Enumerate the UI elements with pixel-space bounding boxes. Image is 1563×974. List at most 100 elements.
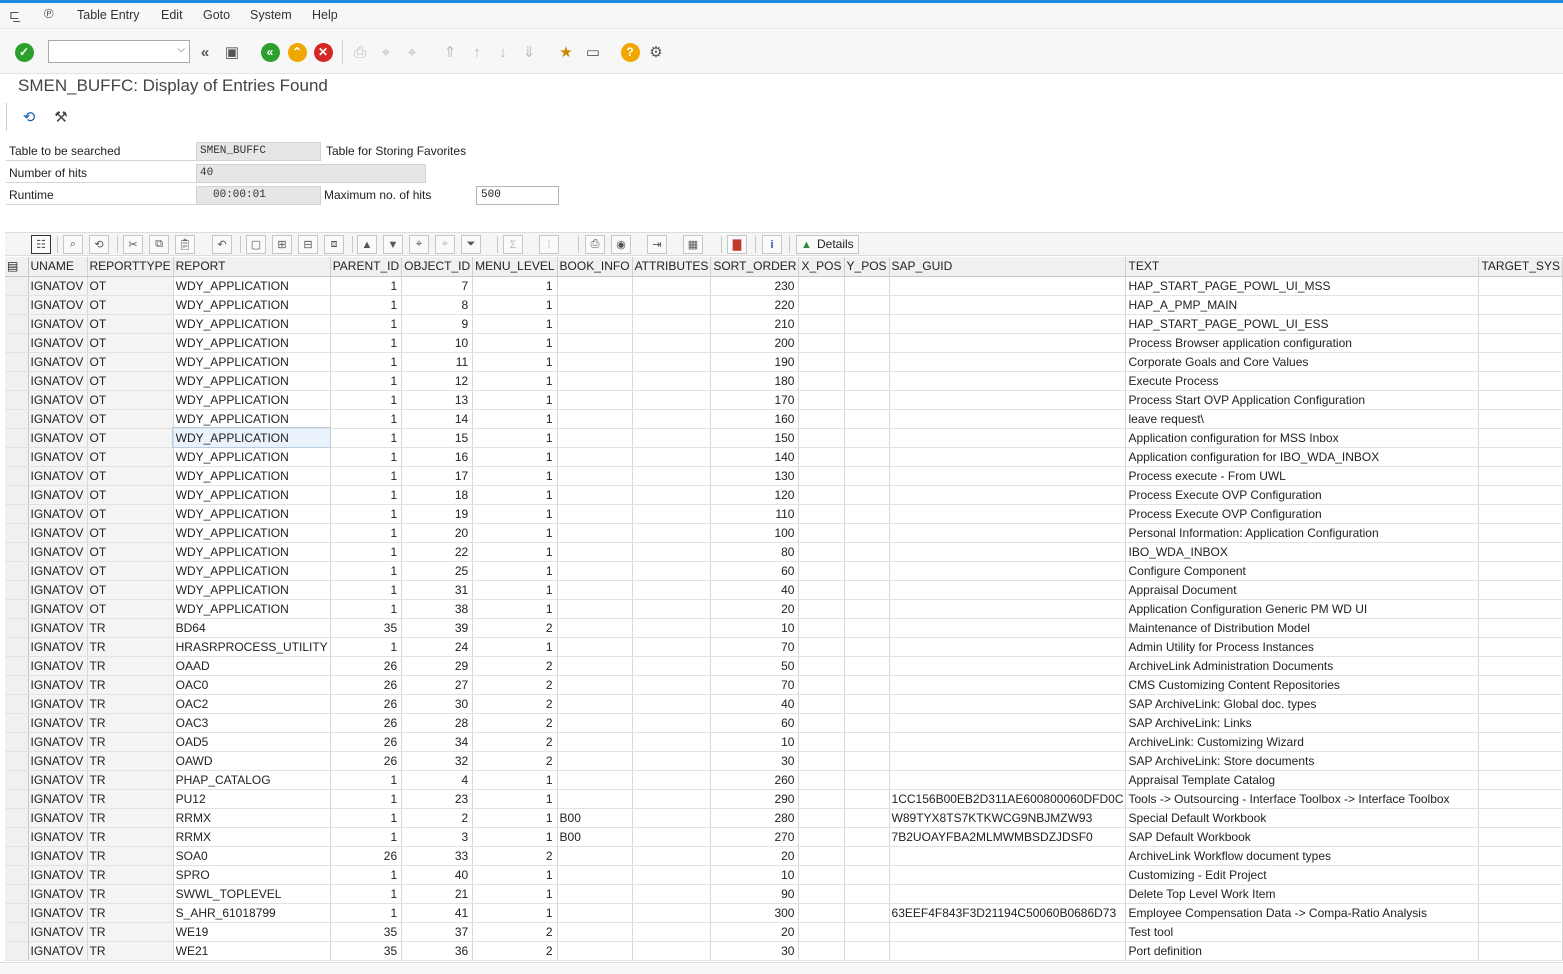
table-cell-object-id[interactable]: 25 (401, 561, 474, 581)
table-cell-attributes[interactable] (632, 808, 712, 828)
table-cell-attributes[interactable] (632, 675, 712, 695)
table-cell-object-id[interactable]: 22 (401, 542, 474, 562)
table-cell-book-info[interactable]: B00 (557, 827, 633, 847)
table-cell-sap-guid[interactable] (889, 618, 1127, 638)
column-header[interactable]: BOOK_INFO (557, 257, 633, 277)
row-selector[interactable] (5, 770, 29, 790)
table-cell-y-pos[interactable] (844, 390, 890, 410)
table-cell-uname[interactable]: IGNATOV (28, 808, 88, 828)
table-cell-menu-level[interactable]: 2 (472, 675, 558, 695)
table-cell-x-pos[interactable] (798, 504, 845, 524)
table-cell-parent-id[interactable]: 35 (330, 922, 403, 942)
table-cell-target-sys[interactable] (1478, 808, 1563, 828)
table-cell-parent-id[interactable]: 35 (330, 941, 403, 961)
table-cell-text[interactable]: Tools -> Outsourcing - Interface Toolbox… (1125, 789, 1480, 809)
table-row[interactable]: IGNATOV OT WDY_APPLICATION 1 14 1 160 leave req… (5, 409, 1563, 429)
table-cell-y-pos[interactable] (844, 542, 890, 562)
table-cell-sort-order[interactable]: 90 (710, 884, 800, 904)
row-selector[interactable] (5, 580, 29, 600)
table-cell-reporttype[interactable]: TR (87, 732, 174, 752)
table-cell-report[interactable]: SOA0 (173, 846, 331, 866)
menu-table-entry[interactable]: Table Entry (77, 8, 140, 22)
table-cell-sap-guid[interactable] (889, 447, 1127, 467)
row-selector[interactable] (5, 827, 29, 847)
find-next-icon[interactable]: ⌖ (435, 235, 455, 254)
find-icon[interactable]: ⌖ (376, 42, 396, 62)
table-cell-parent-id[interactable]: 1 (330, 352, 403, 372)
table-cell-menu-level[interactable]: 2 (472, 922, 558, 942)
table-cell-report[interactable]: WDY_APPLICATION (173, 409, 331, 429)
table-cell-object-id[interactable]: 13 (401, 390, 474, 410)
table-row[interactable]: IGNATOV OT WDY_APPLICATION 1 31 1 40 Appraisal … (5, 580, 1563, 600)
table-cell-book-info[interactable] (557, 580, 633, 600)
table-cell-x-pos[interactable] (798, 751, 845, 771)
table-cell-reporttype[interactable]: TR (87, 827, 174, 847)
table-cell-uname[interactable]: IGNATOV (28, 656, 88, 676)
table-cell-book-info[interactable] (557, 314, 633, 334)
table-row[interactable]: IGNATOV TR S_AHR_61018799 1 41 1 300 63EEF4F843… (5, 903, 1563, 923)
table-cell-x-pos[interactable] (798, 694, 845, 714)
table-cell-y-pos[interactable] (844, 371, 890, 391)
table-cell-object-id[interactable]: 9 (401, 314, 474, 334)
table-cell-sap-guid[interactable] (889, 390, 1127, 410)
table-cell-x-pos[interactable] (798, 485, 845, 505)
table-cell-attributes[interactable] (632, 903, 712, 923)
table-cell-book-info[interactable] (557, 276, 633, 296)
table-cell-sort-order[interactable]: 70 (710, 637, 800, 657)
table-cell-x-pos[interactable] (798, 789, 845, 809)
table-cell-sap-guid[interactable] (889, 713, 1127, 733)
table-cell-attributes[interactable] (632, 523, 712, 543)
menu-edit[interactable]: Edit (161, 8, 183, 22)
table-cell-sort-order[interactable]: 70 (710, 675, 800, 695)
table-cell-book-info[interactable] (557, 732, 633, 752)
table-cell-uname[interactable]: IGNATOV (28, 352, 88, 372)
table-cell-book-info[interactable] (557, 504, 633, 524)
table-cell-x-pos[interactable] (798, 561, 845, 581)
table-cell-uname[interactable]: IGNATOV (28, 751, 88, 771)
table-cell-report[interactable]: SPRO (173, 865, 331, 885)
table-cell-sap-guid[interactable] (889, 314, 1127, 334)
table-cell-uname[interactable]: IGNATOV (28, 466, 88, 486)
table-cell-sap-guid[interactable] (889, 846, 1127, 866)
find-next-icon[interactable]: ⌖ (402, 42, 422, 62)
table-cell-parent-id[interactable]: 1 (330, 561, 403, 581)
table-cell-y-pos[interactable] (844, 922, 890, 942)
table-cell-sap-guid[interactable] (889, 770, 1127, 790)
table-cell-sort-order[interactable]: 10 (710, 865, 800, 885)
table-cell-book-info[interactable] (557, 466, 633, 486)
find-icon[interactable]: ⌕ (63, 235, 83, 254)
binoculars-icon[interactable]: ⌖ (409, 235, 429, 254)
table-cell-text[interactable]: Port definition (1125, 941, 1480, 961)
table-cell-sap-guid[interactable] (889, 504, 1127, 524)
column-header[interactable]: ATTRIBUTES (632, 257, 712, 277)
copy-icon[interactable]: ⧉ (149, 235, 169, 254)
sort-ascending-icon[interactable]: ▲ (357, 235, 377, 254)
table-cell-object-id[interactable]: 14 (401, 409, 474, 429)
table-cell-attributes[interactable] (632, 599, 712, 619)
table-cell-menu-level[interactable]: 1 (472, 314, 558, 334)
table-cell-attributes[interactable] (632, 618, 712, 638)
last-page-icon[interactable]: ⇓ (519, 42, 539, 62)
table-cell-attributes[interactable] (632, 485, 712, 505)
table-cell-reporttype[interactable]: TR (87, 846, 174, 866)
table-cell-book-info[interactable] (557, 675, 633, 695)
table-cell-text[interactable]: SAP ArchiveLink: Links (1125, 713, 1480, 733)
select-all-icon[interactable]: ▤ (5, 257, 29, 277)
menu-goto[interactable]: Goto (203, 8, 230, 22)
table-cell-attributes[interactable] (632, 732, 712, 752)
table-cell-text[interactable]: ArchiveLink Administration Documents (1125, 656, 1480, 676)
table-cell-book-info[interactable] (557, 409, 633, 429)
table-cell-attributes[interactable] (632, 447, 712, 467)
table-cell-object-id[interactable]: 40 (401, 865, 474, 885)
row-selector[interactable] (5, 523, 29, 543)
table-cell-x-pos[interactable] (798, 884, 845, 904)
table-cell-x-pos[interactable] (798, 770, 845, 790)
table-cell-menu-level[interactable]: 1 (472, 637, 558, 657)
table-cell-text[interactable]: SAP Default Workbook (1125, 827, 1480, 847)
table-cell-book-info[interactable] (557, 428, 633, 448)
table-cell-uname[interactable]: IGNATOV (28, 694, 88, 714)
table-cell-object-id[interactable]: 36 (401, 941, 474, 961)
table-cell-report[interactable]: WDY_APPLICATION (173, 485, 331, 505)
row-selector[interactable] (5, 466, 29, 486)
select-detail-icon[interactable]: ☷ (31, 235, 51, 254)
